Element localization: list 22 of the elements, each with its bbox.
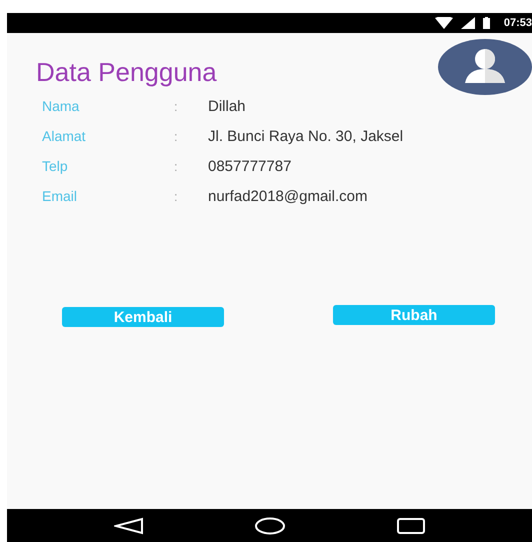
wifi-icon: [434, 17, 453, 29]
edit-button[interactable]: Rubah: [333, 305, 495, 325]
field-label: Alamat: [42, 128, 87, 144]
field-separator: :: [174, 188, 179, 204]
home-icon[interactable]: [254, 516, 286, 534]
field-separator: :: [174, 98, 179, 114]
back-button[interactable]: Kembali: [62, 307, 224, 327]
battery-icon: [482, 17, 490, 29]
field-value: nurfad2018@gmail.com: [208, 188, 368, 204]
field-separator: :: [174, 158, 179, 174]
field-value: 0857777787: [208, 158, 292, 174]
field-separator: :: [174, 128, 179, 144]
signal-icon: [460, 17, 475, 29]
page-title: Data Pengguna: [36, 57, 217, 88]
recents-icon[interactable]: [396, 516, 426, 534]
status-time: 07:53: [504, 17, 532, 29]
field-label: Nama: [42, 98, 80, 114]
field-label: Email: [42, 188, 78, 204]
field-value: Jl. Bunci Raya No. 30, Jaksel: [208, 128, 404, 144]
field-value: Dillah: [208, 98, 247, 114]
field-label: Telp: [42, 158, 69, 174]
back-icon[interactable]: [114, 516, 144, 534]
